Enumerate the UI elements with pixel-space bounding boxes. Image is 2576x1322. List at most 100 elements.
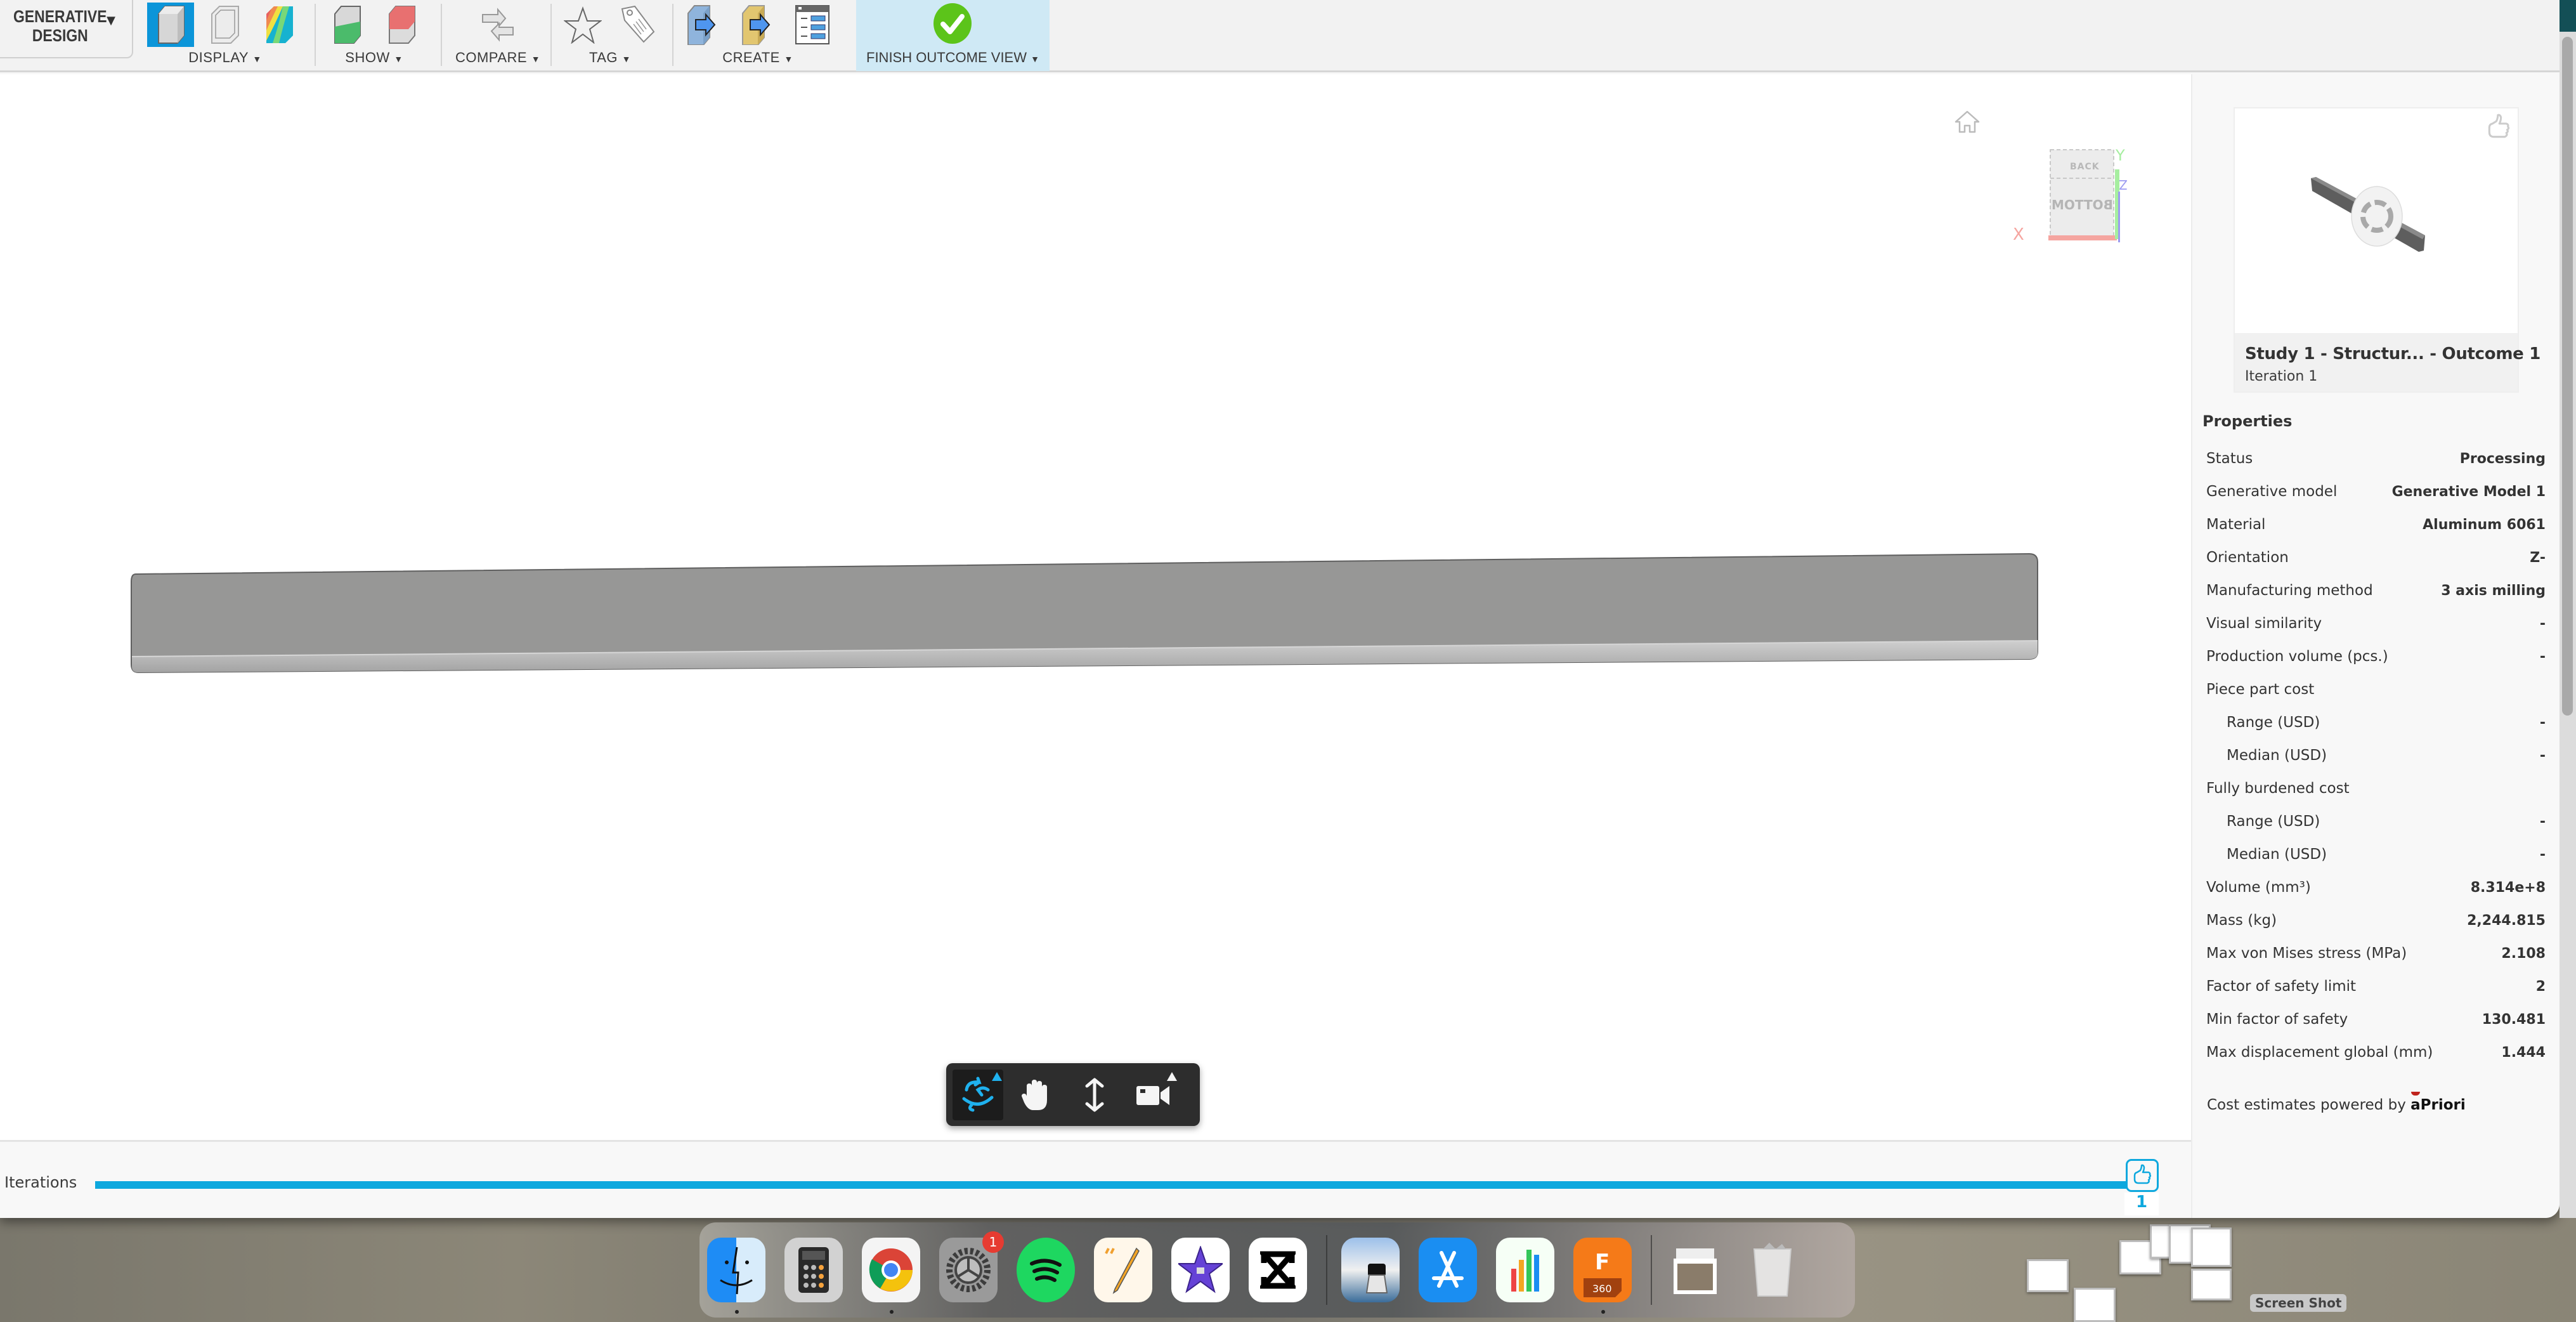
property-value: -: [2539, 813, 2546, 830]
tag-button[interactable]: [614, 3, 661, 47]
3d-viewport[interactable]: BACK BOTTOM X Y Z: [0, 74, 2191, 1140]
camera-menu-caret-icon[interactable]: [1167, 1071, 1177, 1081]
calculator-icon: [798, 1247, 829, 1293]
star-icon: [564, 6, 602, 44]
solid-display-button[interactable]: [147, 3, 194, 47]
svg-text:F: F: [1595, 1250, 1610, 1275]
dock-app-trash[interactable]: [1743, 1238, 1802, 1302]
like-outcome-icon[interactable]: [2486, 114, 2511, 141]
dock-app-preview[interactable]: [1341, 1238, 1400, 1302]
property-key: Status: [2206, 450, 2253, 467]
workspace-switcher[interactable]: GENERATIVE DESIGN ▼: [0, 0, 133, 58]
orbit-menu-caret-icon[interactable]: [992, 1071, 1002, 1081]
compare-button[interactable]: [474, 3, 521, 47]
tag-label[interactable]: TAG: [589, 49, 618, 65]
outcome-title: Study 1 - Structur... - Outcome 1: [2245, 344, 2541, 363]
dock-app-chrome[interactable]: [862, 1238, 920, 1314]
dock-app-app-store[interactable]: [1419, 1238, 1477, 1302]
property-row: Visual similarity -: [2206, 611, 2546, 636]
navigation-bar: [946, 1063, 1200, 1126]
dock-app-system-preferences[interactable]: 1: [939, 1231, 1004, 1302]
finish-outcome-view-button[interactable]: FINISH OUTCOME VIEW ▼: [856, 0, 1050, 71]
desktop-screenshot-file[interactable]: [2191, 1269, 2232, 1300]
property-value: -: [2539, 615, 2546, 632]
property-row: Fully burdened cost: [2206, 776, 2546, 801]
create-mesh-button[interactable]: [734, 3, 781, 47]
pan-button[interactable]: [1011, 1070, 1062, 1120]
property-value: -: [2539, 714, 2546, 731]
dock-app-finder[interactable]: [707, 1238, 765, 1314]
panel-scrollbar-thumb[interactable]: [2562, 37, 2573, 716]
property-value: Z-: [2530, 549, 2546, 566]
viewcube[interactable]: BACK BOTTOM X Y Z: [2013, 144, 2131, 252]
favorite-button[interactable]: [559, 3, 606, 47]
finder-icon: [720, 1247, 753, 1295]
imovie-star-icon: [1178, 1246, 1223, 1293]
dock-stack-downloads[interactable]: [1666, 1238, 1724, 1302]
running-indicator: [890, 1310, 894, 1314]
beam-model[interactable]: [0, 74, 2191, 1140]
property-value: -: [2539, 846, 2546, 863]
workspace-label-line1: GENERATIVE: [13, 7, 107, 26]
dock-app-pages[interactable]: [1094, 1238, 1152, 1302]
property-key: Material: [2206, 516, 2266, 533]
fusion360-icon-label: 360: [1592, 1283, 1612, 1295]
dock-app-spotify[interactable]: [1017, 1238, 1075, 1302]
outcome-thumbnail: [2235, 108, 2518, 333]
dock-app-numbers[interactable]: [1496, 1238, 1554, 1302]
show-preserve-button[interactable]: [323, 3, 370, 47]
tag-group: TAG ▼: [553, 0, 667, 70]
iterations-bar: Iterations 1: [0, 1140, 2191, 1218]
create-group: CREATE ▼: [675, 0, 840, 70]
property-value: 2: [2535, 978, 2546, 995]
property-row: Generative model Generative Model 1: [2206, 479, 2546, 504]
desktop-screenshot-file[interactable]: [2191, 1227, 2232, 1267]
show-obstacle-button[interactable]: [378, 3, 425, 47]
dock-app-calculator[interactable]: [784, 1238, 843, 1302]
compare-label[interactable]: COMPARE: [455, 49, 527, 65]
report-button[interactable]: [789, 3, 836, 47]
property-key: Generative model: [2206, 483, 2338, 500]
create-design-button[interactable]: [680, 3, 727, 47]
powered-by-text: Cost estimates powered by: [2207, 1097, 2406, 1113]
running-indicator: [1601, 1310, 1605, 1314]
stress-display-button[interactable]: [256, 3, 303, 47]
iteration-marker[interactable]: [2126, 1159, 2159, 1192]
camera-button[interactable]: [1128, 1070, 1178, 1120]
outcome-card[interactable]: Study 1 - Structur... - Outcome 1 Iterat…: [2234, 107, 2540, 393]
wireframe-display-button[interactable]: [202, 3, 249, 47]
zoom-button[interactable]: [1069, 1070, 1120, 1120]
property-value: Generative Model 1: [2391, 483, 2546, 500]
iterations-slider-track[interactable]: [95, 1181, 2128, 1189]
property-key: Visual similarity: [2206, 615, 2322, 632]
viewcube-bottom-face[interactable]: BOTTOM: [2052, 197, 2113, 213]
tag-icon: [621, 5, 655, 43]
axis-label-x: X: [2013, 225, 2024, 244]
property-row: Piece part cost: [2206, 677, 2546, 702]
dock-divider: [1651, 1235, 1652, 1305]
property-key: Fully burdened cost: [2206, 780, 2350, 797]
property-row: Median (USD) -: [2206, 842, 2546, 867]
numbers-chart-icon: [1511, 1250, 1539, 1292]
toolbar-divider: [315, 4, 316, 66]
viewcube-back-face[interactable]: BACK: [2070, 162, 2100, 172]
orbit-button[interactable]: [953, 1069, 1003, 1120]
show-label[interactable]: SHOW: [345, 49, 389, 65]
home-view-icon[interactable]: [1953, 109, 1981, 134]
iteration-number: 1: [2124, 1193, 2159, 1215]
dock-app-capcut[interactable]: [1249, 1238, 1307, 1302]
property-key: Piece part cost: [2206, 681, 2315, 698]
property-key: Manufacturing method: [2206, 582, 2373, 599]
toolbar: GENERATIVE DESIGN ▼ DISPLAY ▼ SHOW ▼ COM…: [0, 0, 2560, 72]
property-value: Aluminum 6061: [2423, 516, 2546, 533]
dock-app-fusion360[interactable]: F 360: [1573, 1238, 1632, 1314]
dock-app-imovie[interactable]: [1171, 1238, 1230, 1302]
create-label[interactable]: CREATE: [722, 49, 780, 65]
create-mesh-icon: [742, 5, 771, 45]
fusion360-icon: F 360: [1584, 1243, 1622, 1297]
desktop-screenshot-file[interactable]: [2027, 1259, 2069, 1292]
desktop-screenshot-file[interactable]: [2074, 1288, 2116, 1322]
chrome-icon: [869, 1248, 913, 1292]
display-label[interactable]: DISPLAY: [188, 49, 248, 65]
show-obstacle-icon: [389, 6, 415, 44]
